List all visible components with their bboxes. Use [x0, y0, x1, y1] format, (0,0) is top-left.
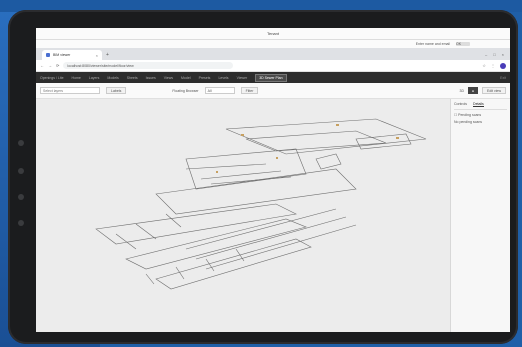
notification-button[interactable]: OK: [456, 42, 470, 46]
toolbar-right: 3D ● Edit view: [459, 87, 506, 94]
app-nav-item[interactable]: Sheets: [127, 76, 138, 80]
avatar[interactable]: [500, 62, 506, 69]
close-icon[interactable]: ×: [96, 53, 98, 58]
system-title-bar: Tenant: [36, 28, 510, 40]
screen: Tenant Enter name and email OK BIM viewe…: [36, 28, 510, 332]
favicon-icon: [46, 53, 50, 57]
app-nav: Openings / Lite Home Layers Models Sheets Iss…: [36, 72, 510, 83]
app-nav-item[interactable]: 3D Sewer Plan: [255, 73, 287, 82]
window-controls: – □ ×: [485, 50, 510, 60]
main-area: Controls Details ☐ Pending scans No pend…: [36, 99, 510, 332]
address-bar: ← → ⟳ localhost:8080/viewer/site/model/f…: [36, 60, 510, 72]
extensions-icon[interactable]: ⋮: [491, 63, 495, 68]
notification-text: Enter name and email: [415, 42, 450, 46]
app-nav-item[interactable]: Viewer: [237, 76, 248, 80]
app-nav-item[interactable]: Openings / Lite: [40, 76, 64, 80]
panel-tabs: Controls Details: [454, 102, 507, 110]
browser-tab-bar: BIM viewer × + – □ ×: [36, 48, 510, 60]
close-window-icon[interactable]: ×: [502, 50, 504, 60]
browser-tab[interactable]: BIM viewer ×: [42, 50, 102, 60]
side-panel: Controls Details ☐ Pending scans No pend…: [450, 99, 510, 332]
panel-heading: ☐ Pending scans: [454, 113, 507, 117]
edit-view-button[interactable]: Edit view: [481, 87, 506, 94]
camera-dot: [18, 140, 24, 146]
system-title: Tenant: [266, 31, 279, 36]
app-nav-item[interactable]: Issues: [146, 76, 156, 80]
address-actions: ☆ ⋮: [482, 62, 506, 69]
minimize-icon[interactable]: –: [485, 50, 487, 60]
filter-button[interactable]: Filter: [240, 87, 259, 94]
tab-title: BIM viewer: [53, 53, 71, 57]
viewer-toolbar: Select layers Labels Floating Browser Al…: [36, 83, 510, 99]
pending-scans-heading: Pending scans: [458, 113, 482, 117]
view-toggle-label: 3D: [459, 88, 464, 93]
forward-icon[interactable]: →: [48, 63, 52, 68]
sensor-dot: [18, 220, 24, 226]
tab-controls[interactable]: Controls: [454, 102, 467, 107]
sensor-dot: [18, 168, 24, 174]
app-nav-item[interactable]: Home: [72, 76, 81, 80]
panel-empty-text: No pending scans: [454, 120, 483, 124]
star-icon[interactable]: ☆: [482, 63, 486, 68]
url-input[interactable]: localhost:8080/viewer/site/model/floor/v…: [63, 62, 234, 69]
view-toggle-switch[interactable]: ●: [467, 87, 478, 94]
labels-button[interactable]: Labels: [106, 87, 127, 94]
sensor-dot: [18, 194, 24, 200]
notification-row: Enter name and email OK: [36, 40, 510, 48]
app-nav-item[interactable]: Model: [181, 76, 191, 80]
app-nav-item[interactable]: Levels: [218, 76, 228, 80]
tab-details[interactable]: Details: [473, 102, 484, 107]
layer-search-input[interactable]: Select layers: [40, 87, 100, 94]
dropdown-label: Floating Browser: [172, 88, 199, 93]
model-wireframe: [95, 118, 427, 290]
back-icon[interactable]: ←: [40, 63, 44, 68]
app-nav-item[interactable]: Models: [107, 76, 118, 80]
checkbox-icon[interactable]: ☐: [454, 113, 457, 117]
maximize-icon[interactable]: □: [493, 50, 495, 60]
app-nav-item[interactable]: Views: [164, 76, 173, 80]
new-tab-button[interactable]: +: [106, 50, 109, 60]
reload-icon[interactable]: ⟳: [56, 63, 59, 68]
tablet-frame: Tenant Enter name and email OK BIM viewe…: [8, 10, 518, 344]
app-nav-exit[interactable]: Exit: [500, 76, 506, 80]
floating-browser-select[interactable]: All: [204, 87, 235, 94]
app-nav-item[interactable]: Presets: [199, 76, 211, 80]
app-nav-item[interactable]: Layers: [89, 76, 100, 80]
3d-model-viewport[interactable]: [36, 99, 450, 332]
